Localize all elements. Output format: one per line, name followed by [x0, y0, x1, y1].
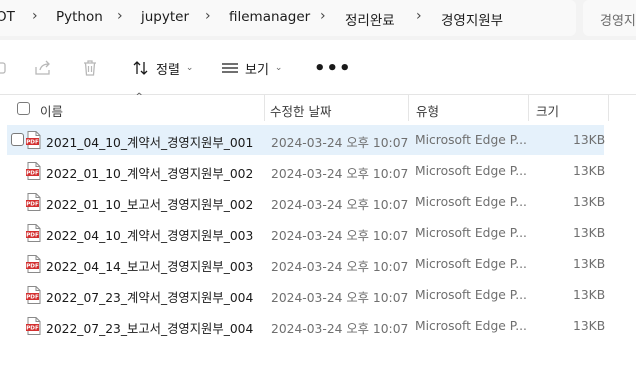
file-row[interactable]: PDF 2022_07_23_보고서_경영지원부_004 2024-03-24 오후… [7, 311, 606, 341]
breadcrumb-item-jupyter[interactable]: jupyter [141, 9, 189, 25]
chevron-down-icon: ⌄ [185, 63, 194, 73]
select-all-checkbox[interactable] [17, 102, 30, 115]
pdf-badge-text: PDF [26, 295, 39, 301]
breadcrumb[interactable]: OT › Python › jupyter › filemanager › 정리… [0, 0, 576, 36]
column-divider[interactable] [408, 95, 409, 121]
breadcrumb-item-filemanager[interactable]: filemanager [229, 9, 310, 25]
file-size: 13KB [573, 288, 606, 302]
file-row[interactable]: PDF 2021_04_10_계약서_경영지원부_001 2024-03-24 오후… [7, 125, 606, 155]
pdf-file-icon: PDF [26, 286, 41, 304]
chevron-right-icon[interactable]: › [416, 8, 422, 24]
file-row[interactable]: PDF 2022_01_10_계약서_경영지원부_002 2024-03-24 오후… [7, 156, 606, 186]
file-type: Microsoft Edge P... [415, 226, 527, 240]
breadcrumb-item-ot[interactable]: OT [0, 9, 15, 25]
pdf-badge-text: PDF [26, 326, 39, 332]
address-bar: OT › Python › jupyter › filemanager › 정리… [0, 0, 636, 40]
row-checkbox[interactable] [11, 133, 24, 146]
pdf-badge-text: PDF [26, 202, 39, 208]
column-divider[interactable] [528, 95, 529, 121]
search-input[interactable]: 경영지 [600, 10, 636, 29]
breadcrumb-item-organized[interactable]: 정리완료 [345, 9, 395, 29]
file-type: Microsoft Edge P... [415, 288, 527, 302]
file-name: 2022_01_10_보고서_경영지원부_002 [46, 198, 254, 212]
column-header-name[interactable]: 이름 [40, 101, 63, 120]
pdf-file-icon: PDF [26, 224, 41, 242]
column-header-modified[interactable]: 수정한 날짜 [270, 101, 331, 120]
file-modified-date: 2024-03-24 오후 10:07 [271, 229, 409, 243]
file-modified-date: 2024-03-24 오후 10:07 [271, 260, 409, 274]
sort-label: 정렬 [156, 62, 180, 78]
file-row[interactable]: PDF 2022_04_14_보고서_경영지원부_003 2024-03-24 오후… [7, 249, 606, 279]
more-options-icon[interactable]: ••• [314, 58, 352, 79]
breadcrumb-item-current[interactable]: 경영지원부 [441, 9, 503, 29]
file-size: 13KB [573, 257, 606, 271]
list-view-icon [222, 63, 238, 73]
sort-arrows-icon [133, 61, 148, 75]
file-modified-date: 2024-03-24 오후 10:07 [271, 136, 409, 150]
file-name: 2022_07_23_계약서_경영지원부_004 [46, 291, 254, 305]
file-type: Microsoft Edge P... [415, 164, 527, 178]
file-modified-date: 2024-03-24 오후 10:07 [271, 291, 409, 305]
pdf-file-icon: PDF [26, 317, 41, 335]
pdf-badge-text: PDF [26, 171, 39, 177]
file-type: Microsoft Edge P... [415, 195, 527, 209]
chevron-right-icon[interactable]: › [32, 8, 38, 24]
file-name: 2022_04_14_보고서_경영지원부_003 [46, 260, 254, 274]
rename-icon[interactable] [0, 58, 8, 78]
pdf-file-icon: PDF [26, 255, 41, 273]
file-size: 13KB [573, 319, 606, 333]
breadcrumb-item-python[interactable]: Python [56, 9, 103, 25]
share-icon[interactable] [33, 58, 53, 78]
file-modified-date: 2024-03-24 오후 10:07 [271, 198, 409, 212]
pdf-badge-text: PDF [26, 140, 39, 146]
pdf-file-icon: PDF [26, 162, 41, 180]
command-bar: 정렬 ⌄ 보기 ⌄ ••• [0, 40, 636, 95]
column-header-type[interactable]: 유형 [416, 101, 439, 120]
file-row[interactable]: PDF 2022_01_10_보고서_경영지원부_002 2024-03-24 오후… [7, 187, 606, 217]
pdf-file-icon: PDF [26, 193, 41, 211]
column-divider[interactable] [264, 95, 265, 121]
column-header-size[interactable]: 크기 [536, 101, 559, 120]
chevron-right-icon[interactable]: › [117, 8, 123, 24]
sort-button[interactable]: 정렬 ⌄ [132, 56, 193, 80]
search-box[interactable]: 경영지 [583, 0, 636, 36]
view-button[interactable]: 보기 ⌄ [221, 56, 282, 80]
file-size: 13KB [573, 226, 606, 240]
file-name: 2022_01_10_계약서_경영지원부_002 [46, 167, 254, 181]
file-row[interactable]: PDF 2022_04_10_계약서_경영지원부_003 2024-03-24 오후… [7, 218, 606, 248]
chevron-right-icon[interactable]: › [320, 8, 326, 24]
file-name: 2022_04_10_계약서_경영지원부_003 [46, 229, 254, 243]
view-label: 보기 [245, 62, 269, 78]
file-name: 2021_04_10_계약서_경영지원부_001 [46, 136, 254, 150]
file-size: 13KB [573, 195, 606, 209]
column-header-row: 이름 수정한 날짜 유형 크기 [0, 95, 636, 122]
pdf-badge-text: PDF [26, 233, 39, 239]
file-type: Microsoft Edge P... [415, 319, 527, 333]
file-size: 13KB [573, 164, 606, 178]
file-modified-date: 2024-03-24 오후 10:07 [271, 322, 409, 336]
file-type: Microsoft Edge P... [415, 133, 527, 147]
column-divider[interactable] [608, 95, 609, 121]
file-name: 2022_07_23_보고서_경영지원부_004 [46, 322, 254, 336]
chevron-down-icon: ⌄ [274, 63, 283, 73]
pdf-file-icon: PDF [26, 131, 41, 149]
pdf-badge-text: PDF [26, 264, 39, 270]
chevron-right-icon[interactable]: › [205, 8, 211, 24]
file-row[interactable]: PDF 2022_07_23_계약서_경영지원부_004 2024-03-24 오후… [7, 280, 606, 310]
file-modified-date: 2024-03-24 오후 10:07 [271, 167, 409, 181]
file-type: Microsoft Edge P... [415, 257, 527, 271]
delete-icon[interactable] [80, 58, 100, 78]
file-size: 13KB [573, 133, 606, 147]
